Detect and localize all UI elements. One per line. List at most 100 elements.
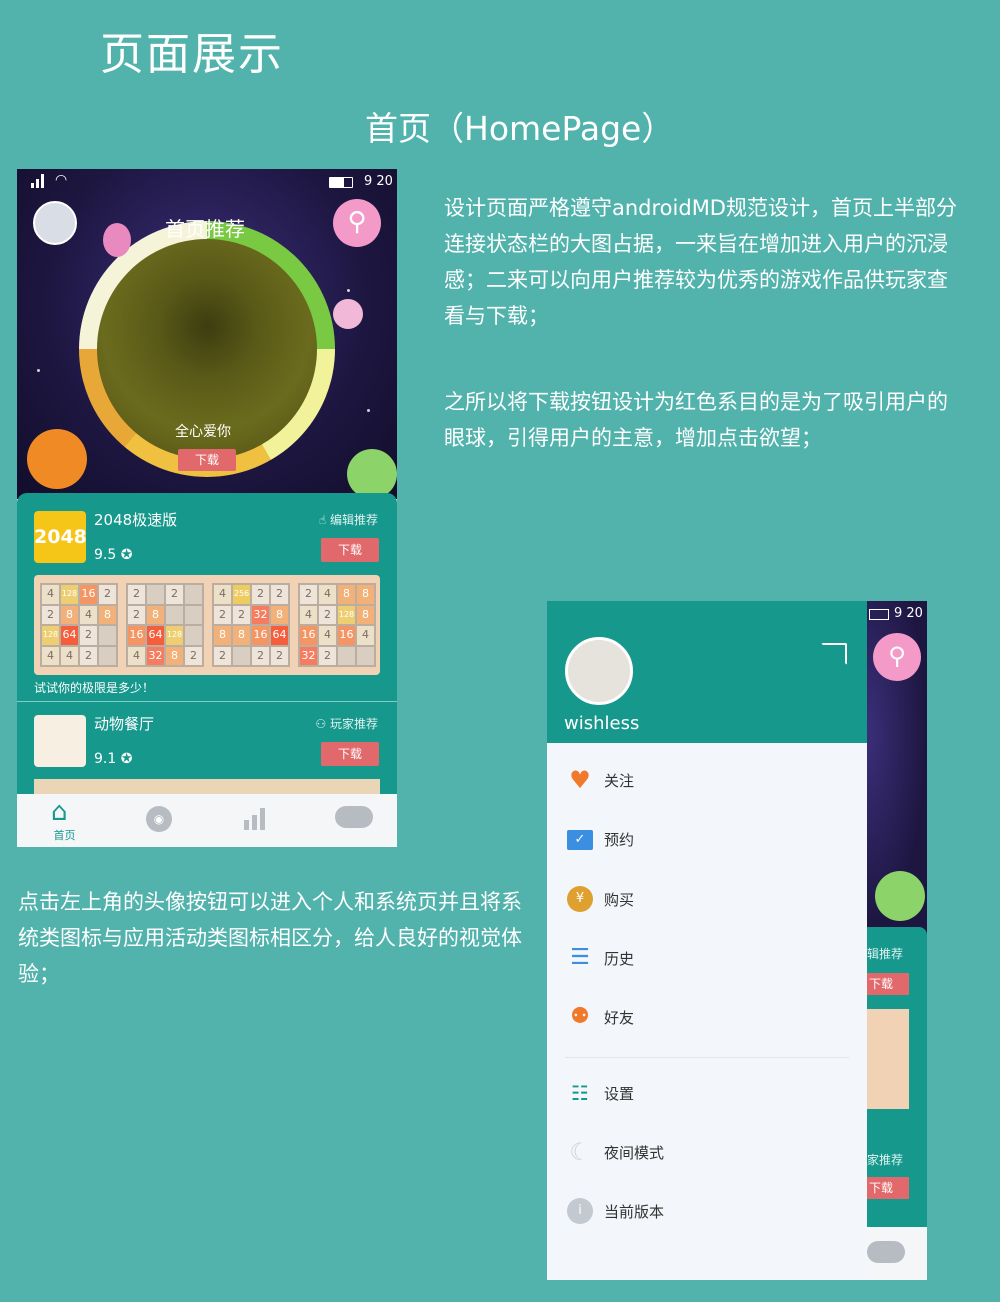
screenshot-strip[interactable]: 4 128 16 2 2 8 4 8 128 64 2 4 4 2 2 2 2 8 16 64 128 4 32 8 2 42… [34, 575, 380, 675]
board-tile: 2 [42, 605, 59, 624]
friends-icon: ⚉ [570, 1004, 590, 1029]
board-tile: 4 [42, 646, 59, 665]
board-tile: 32 [252, 605, 269, 624]
board-tile [99, 626, 116, 645]
avatar-button[interactable] [33, 201, 77, 245]
moon-icon: ☾ [569, 1138, 591, 1166]
search-icon[interactable]: ⚲ [333, 199, 381, 247]
board-tile: 16 [128, 626, 145, 645]
drawer-header: wishless [547, 601, 867, 743]
game-2048-icon: 2048 [34, 511, 87, 563]
board-screenshot: 4 256 2 2 2 2 32 8 8 8 16 64 2 2 2 [212, 583, 290, 667]
coin-icon: ¥ [567, 886, 593, 912]
board-tile: 8 [214, 626, 231, 645]
tree-decoration [347, 449, 397, 499]
board-tile [338, 646, 355, 665]
board-tile: 2 [128, 585, 145, 604]
battery-icon [869, 609, 889, 620]
peek-tag: 家推荐 [867, 1153, 904, 1167]
homepage-behind-drawer: 9 20 ⚲ 辑推荐 下载 家推荐 下载 [867, 601, 927, 1280]
user-name: wishless [564, 713, 640, 734]
star-decoration [347, 289, 350, 292]
board-tile: 64 [271, 626, 288, 645]
board-screenshot: 4 128 16 2 2 8 4 8 128 64 2 4 4 2 [40, 583, 118, 667]
bottom-navigation: ⌂ 首页 ◉ [17, 794, 397, 847]
player-recommend-tag: ⚇ 玩家推荐 [315, 717, 378, 731]
board-tile: 2 [80, 646, 97, 665]
menu-item-purchase[interactable]: ¥ 购买 [547, 880, 867, 920]
menu-label: 关注 [604, 772, 635, 790]
thumb-icon: ☝ [318, 513, 330, 527]
animal-restaurant-icon [34, 715, 86, 767]
nav-games[interactable] [302, 794, 397, 847]
signal-icon [31, 174, 44, 188]
board-tile: 16 [252, 626, 269, 645]
side-drawer: wishless ♥ 关注 ✓ 预约 ¥ 购买 ☰ 历史 ⚉ 好友 ☷ 设置 ☾… [547, 601, 867, 1280]
board-tile: 8 [357, 585, 374, 604]
board-tile: 16 [338, 626, 355, 645]
menu-item-reserve[interactable]: ✓ 预约 [547, 820, 867, 860]
recommend-list: 2048 2048极速版 9.5 ✪ ☝ 编辑推荐 下载 4 128 16 2 2 8 4 8… [17, 493, 397, 799]
download-button[interactable]: 下载 [321, 742, 379, 766]
board-tile: 128 [42, 626, 59, 645]
menu-item-settings[interactable]: ☷ 设置 [547, 1074, 867, 1114]
board-tile: 256 [233, 585, 250, 604]
hero-banner[interactable]: ◠ 9 20 首页推荐 ⚲ 全心爱你 下载 [17, 169, 397, 499]
board-tile: 4 [214, 585, 231, 604]
menu-label: 购买 [604, 891, 635, 909]
download-button[interactable]: 下载 [321, 538, 379, 562]
menu-item-night-mode[interactable]: ☾ 夜间模式 [547, 1133, 867, 1173]
board-tile: 2 [271, 646, 288, 665]
user-avatar[interactable] [565, 637, 633, 705]
menu-label: 预约 [604, 831, 635, 849]
board-tile [233, 646, 250, 665]
board-tile [185, 605, 202, 624]
board-tile: 2 [214, 646, 231, 665]
nav-discover[interactable]: ◉ [112, 794, 207, 847]
board-tile: 8 [147, 605, 164, 624]
board-tile: 4 [42, 585, 59, 604]
game-card-animal-restaurant[interactable]: 动物餐厅 9.1 ✪ ⚇ 玩家推荐 下载 [17, 703, 397, 799]
balloon-decoration [333, 299, 363, 329]
board-tile [147, 585, 164, 604]
board-tile: 64 [61, 626, 78, 645]
peek-download-button[interactable]: 下载 [867, 1177, 909, 1199]
board-tile [185, 626, 202, 645]
board-tile: 8 [61, 605, 78, 624]
board-tile: 64 [147, 626, 164, 645]
mail-icon: ✓ [567, 830, 593, 850]
status-time: 9 20 [894, 606, 923, 621]
hero-heading: 首页推荐 [165, 217, 245, 241]
board-tile: 2 [214, 605, 231, 624]
nav-ranking[interactable] [207, 794, 302, 847]
hero-download-button[interactable]: 下载 [178, 449, 236, 471]
balloon-decoration [103, 223, 131, 257]
board-tile: 2 [319, 646, 336, 665]
menu-item-follow[interactable]: ♥ 关注 [547, 761, 867, 801]
status-bar: ◠ 9 20 [17, 169, 397, 195]
board-tile [166, 605, 183, 624]
editor-recommend-tag: ☝ 编辑推荐 [318, 513, 378, 527]
menu-item-friends[interactable]: ⚉ 好友 [547, 998, 867, 1038]
board-tile: 16 [80, 585, 97, 604]
board-tile: 4 [80, 605, 97, 624]
collapse-icon[interactable] [821, 643, 847, 665]
peek-download-button[interactable]: 下载 [867, 973, 909, 995]
nav-home-label: 首页 [53, 829, 76, 842]
game-score: 9.1 ✪ [94, 751, 133, 767]
nav-home[interactable]: ⌂ 首页 [17, 794, 112, 847]
game-card-2048[interactable]: 2048 2048极速版 9.5 ✪ ☝ 编辑推荐 下载 4 128 16 2 2 8 4 8… [17, 493, 397, 701]
board-tile: 4 [61, 646, 78, 665]
game-name: 动物餐厅 [94, 715, 155, 733]
page-title: 页面展示 [100, 29, 284, 80]
gamepad-icon [867, 1241, 905, 1263]
board-tile: 8 [166, 646, 183, 665]
menu-item-history[interactable]: ☰ 历史 [547, 939, 867, 979]
menu-item-version[interactable]: i 当前版本 [547, 1192, 867, 1232]
board-tile: 2 [128, 605, 145, 624]
board-tile: 2 [252, 585, 269, 604]
user-icon: ⚇ [315, 717, 330, 731]
card-caption: 试试你的极限是多少！ [34, 681, 155, 695]
board-tile: 4 [300, 605, 317, 624]
search-icon[interactable]: ⚲ [873, 633, 921, 681]
